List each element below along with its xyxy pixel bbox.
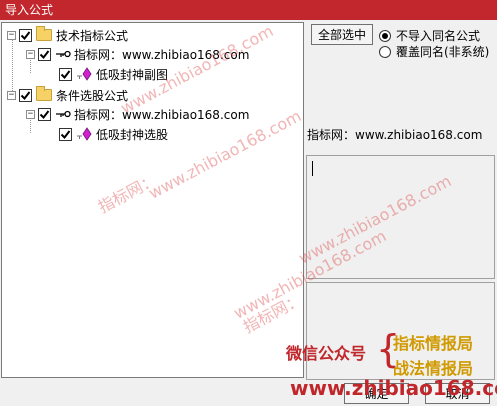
wechat-label: 微信公众号: [286, 344, 367, 363]
formula-icon: [76, 127, 92, 141]
radio-no-import-indicator[interactable]: [379, 29, 391, 42]
tree-source-2[interactable]: − 指标网：www.zhibiao168.com: [26, 105, 249, 123]
group-2-checkbox[interactable]: [19, 88, 32, 102]
folder-icon: [36, 26, 52, 41]
tree-group-1[interactable]: − 技术指标公式: [7, 26, 128, 44]
collapse-icon[interactable]: −: [7, 90, 16, 100]
formula-tree[interactable]: − 技术指标公式 − 指标网：www.zhibiao168.com 低吸封神副图…: [1, 22, 304, 378]
tree-formula-1[interactable]: 低吸封神副图: [46, 65, 168, 83]
description-textbox[interactable]: [306, 155, 495, 279]
promo-url: www.zhibiao168.com: [290, 376, 497, 400]
source-1-label: 指标网：www.zhibiao168.com: [74, 47, 250, 62]
formula-2-label: 低吸封神选股: [96, 127, 169, 142]
source-2-checkbox[interactable]: [38, 107, 51, 121]
tree-source-1[interactable]: − 指标网：www.zhibiao168.com: [26, 45, 249, 63]
collapse-icon[interactable]: −: [26, 109, 35, 119]
formula-icon: [76, 67, 92, 81]
radio-overwrite[interactable]: 覆盖同名(非系统): [379, 43, 489, 60]
group-1-checkbox[interactable]: [19, 28, 32, 42]
key-icon: [55, 108, 71, 120]
tree-group-2[interactable]: − 条件选股公式: [7, 86, 128, 104]
collapse-icon[interactable]: −: [7, 30, 16, 40]
key-icon: [55, 48, 71, 60]
folder-icon: [36, 86, 52, 101]
select-all-button[interactable]: 全部选中: [311, 24, 373, 45]
collapse-icon[interactable]: −: [26, 49, 35, 59]
formula-2-checkbox[interactable]: [59, 127, 72, 141]
radio-overwrite-indicator[interactable]: [379, 45, 391, 58]
formula-1-checkbox[interactable]: [59, 67, 72, 81]
radio-no-import-label: 不导入同名公式: [396, 29, 481, 43]
group-1-label: 技术指标公式: [56, 28, 129, 43]
source-1-checkbox[interactable]: [38, 47, 51, 61]
source-2-label: 指标网：www.zhibiao168.com: [74, 107, 250, 122]
window-title: 导入公式: [0, 0, 497, 20]
radio-overwrite-label: 覆盖同名(非系统): [396, 45, 490, 59]
formula-1-label: 低吸封神副图: [96, 67, 169, 82]
tree-formula-2[interactable]: 低吸封神选股: [46, 125, 168, 143]
group-2-label: 条件选股公式: [56, 88, 129, 103]
promo-account-1: 指标情报局: [393, 334, 474, 353]
radio-no-import[interactable]: 不导入同名公式: [379, 27, 480, 44]
text-caret: [312, 161, 313, 176]
source-info-label: 指标网：www.zhibiao168.com: [307, 128, 483, 142]
